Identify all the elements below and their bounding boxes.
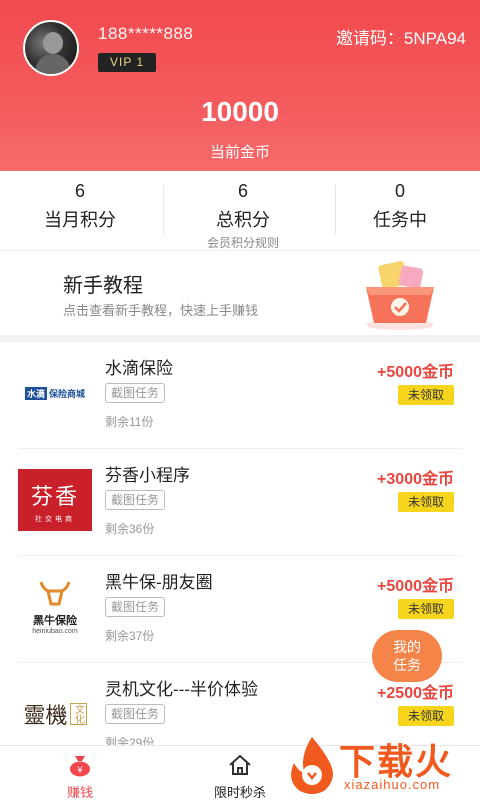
- nav-label: 赚钱: [66, 785, 93, 800]
- claim-button[interactable]: 未领取: [398, 385, 454, 405]
- lingji-logo: 靈機 文化: [18, 683, 92, 745]
- task-reward: +5000金币: [377, 364, 454, 381]
- watermark: 下载火 xiazaihuo.com: [284, 733, 480, 800]
- claim-button[interactable]: 未领取: [398, 492, 454, 512]
- logo-text: 黑牛保险: [33, 615, 77, 627]
- task-reward: +3000金币: [377, 471, 454, 488]
- tutorial-title: 新手教程: [63, 275, 143, 297]
- stat-value: 6: [74, 181, 85, 201]
- task-name: 灵机文化---半价体验: [105, 680, 258, 699]
- fenxiang-logo: 芬香 社交电商: [18, 469, 92, 531]
- flame-logo-icon: [291, 737, 333, 794]
- task-reward: +2500金币: [377, 685, 454, 702]
- claim-button[interactable]: 未领取: [398, 706, 454, 726]
- stat-label: 任务中: [373, 210, 427, 230]
- points-rules-link[interactable]: 会员积分规则: [163, 234, 323, 251]
- float-label-line1: 我的: [393, 639, 421, 655]
- logo-subtext: 社交电商: [35, 516, 75, 523]
- logo-subtext: 文化: [69, 703, 87, 725]
- watermark-url: xiazaihuo.com: [344, 777, 441, 792]
- task-item[interactable]: 水滴 保险商城 水滴保险 截图任务 剩余11份 +5000金币 未领取: [0, 342, 480, 449]
- phone-number: 188*****888: [98, 24, 194, 43]
- coin-balance: 10000: [201, 96, 279, 127]
- task-type-tag: 截图任务: [105, 490, 166, 510]
- stat-label: 总积分: [216, 210, 270, 230]
- my-tasks-float-button[interactable]: 我的 任务: [372, 630, 442, 682]
- invite-code[interactable]: 邀请码：5NPA94: [336, 24, 466, 49]
- task-item[interactable]: 芬香 社交电商 芬香小程序 截图任务 剩余36份 +3000金币 未领取: [0, 449, 480, 556]
- task-type-tag: 截图任务: [105, 383, 166, 403]
- task-type-tag: 截图任务: [105, 704, 166, 724]
- stat-total-points[interactable]: 6 总积分 会员积分规则: [163, 171, 323, 251]
- money-bag-icon: ¥: [70, 756, 90, 777]
- stat-value: 0: [394, 181, 405, 201]
- tutorial-desc: 点击查看新手教程，快速上手赚钱: [63, 303, 259, 318]
- section-gap: [0, 335, 480, 342]
- stat-monthly-points[interactable]: 6 当月积分: [0, 171, 160, 251]
- nav-item-earn[interactable]: ¥ 赚钱: [0, 746, 160, 800]
- tutorial-banner[interactable]: 新手教程 点击查看新手教程，快速上手赚钱: [0, 251, 480, 335]
- avatar[interactable]: [23, 20, 79, 76]
- task-name: 黑牛保-朋友圈: [105, 573, 213, 592]
- shuidi-logo: 水滴 保险商城: [24, 386, 86, 400]
- task-name: 水滴保险: [105, 359, 173, 378]
- svg-text:¥: ¥: [77, 766, 83, 776]
- task-remaining: 剩余11份: [105, 415, 154, 429]
- claim-button[interactable]: 未领取: [398, 599, 454, 619]
- stats-bar: 6 当月积分 6 总积分 会员积分规则 0 任务中: [0, 171, 480, 251]
- stat-in-progress[interactable]: 0 任务中: [320, 171, 480, 251]
- task-list: 水滴 保险商城 水滴保险 截图任务 剩余11份 +5000金币 未领取 芬香 社交…: [0, 342, 480, 770]
- task-name: 芬香小程序: [105, 466, 190, 485]
- gift-box-icon: [366, 261, 434, 330]
- task-type-tag: 截图任务: [105, 597, 166, 617]
- task-reward: +5000金币: [377, 578, 454, 595]
- logo-subtext: heiniubao.com: [32, 628, 78, 635]
- stat-value: 6: [237, 181, 248, 201]
- task-remaining: 剩余36份: [105, 522, 155, 536]
- vip-badge: VIP 1: [98, 53, 157, 72]
- float-label-line2: 任务: [393, 657, 421, 673]
- heiniubao-logo: 黑牛保险 heiniubao.com: [18, 576, 92, 638]
- profile-header: 188*****888 VIP 1 邀请码：5NPA94 10000 当前金币: [0, 0, 480, 171]
- task-remaining: 剩余37份: [105, 629, 155, 643]
- bull-head-icon: [39, 581, 71, 606]
- logo-text: 靈機: [23, 704, 68, 729]
- logo-text: 芬香: [30, 484, 79, 509]
- stat-label: 当月积分: [44, 210, 116, 230]
- coin-balance-label: 当前金币: [209, 144, 270, 161]
- home-icon: [229, 754, 251, 775]
